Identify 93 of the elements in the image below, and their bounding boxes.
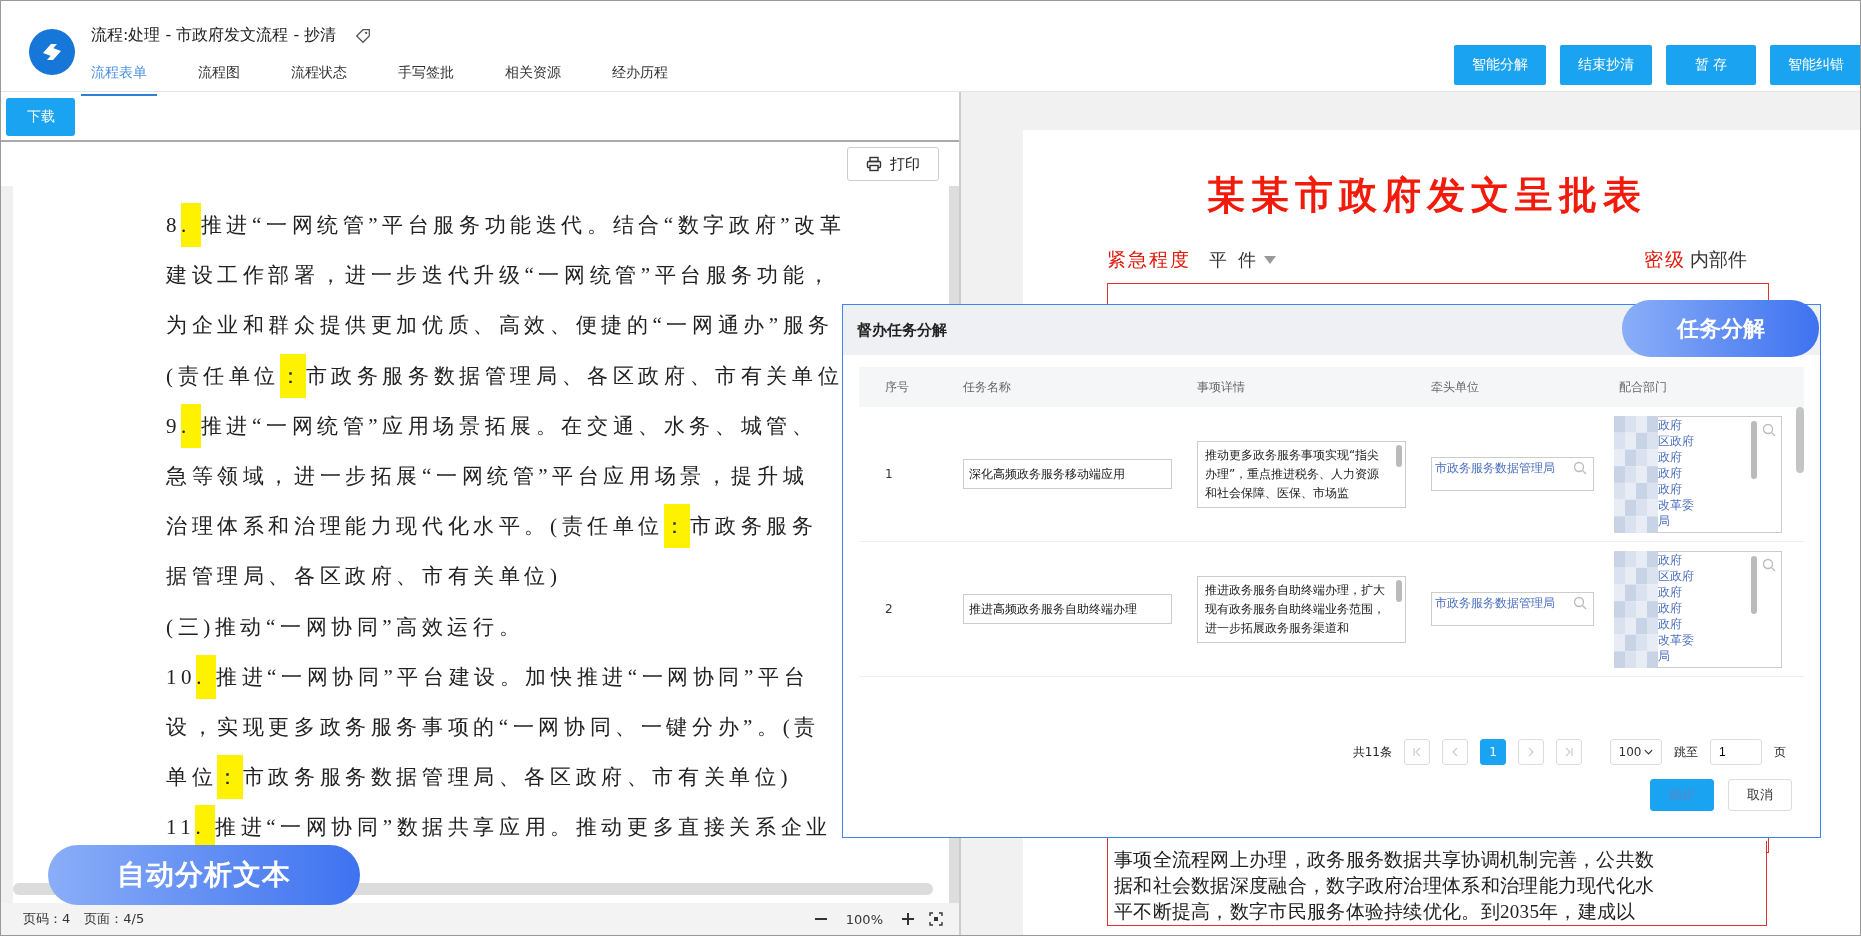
page-unit: 页 <box>1774 743 1786 761</box>
department-item[interactable]: 局 <box>1658 647 1694 664</box>
dialog-title: 督办任务分解 <box>857 320 947 340</box>
jump-label: 跳至 <box>1674 743 1698 761</box>
document-line: 10. 推进“一网协同”平台建设。加快推进“一网协同”平台 <box>166 651 810 703</box>
fit-screen-icon[interactable] <box>929 912 943 926</box>
action-button[interactable]: 智能纠错 <box>1770 45 1860 85</box>
search-icon[interactable] <box>1573 461 1587 475</box>
first-page-button[interactable] <box>1404 739 1430 765</box>
column-header: 配合部门 <box>1619 378 1668 396</box>
form-text-line: 平不断提高，数字市民服务体验持续优化。到2035年，建成以 <box>1114 900 1637 924</box>
form-text-line: 据和社会数据深度融合，数字政府治理体系和治理能力现代化水 <box>1114 874 1656 898</box>
column-header: 任务名称 <box>963 378 1012 396</box>
action-button[interactable]: 智能分解 <box>1454 45 1546 85</box>
search-icon[interactable] <box>1573 596 1587 610</box>
column-header: 序号 <box>884 378 910 396</box>
department-item[interactable]: 政府 <box>1658 448 1694 465</box>
chevron-down-icon <box>1644 749 1654 755</box>
auto-analyze-button[interactable]: 自动分析文本 <box>48 845 360 905</box>
tab[interactable]: 手写签批 <box>388 56 464 96</box>
department-item[interactable]: 政府 <box>1658 416 1694 433</box>
last-page-button[interactable] <box>1556 739 1582 765</box>
tab[interactable]: 流程图 <box>188 56 250 96</box>
document-line: 单位：市政务服务数据管理局、各区政府、市有关单位) <box>166 752 792 803</box>
details-field[interactable]: 推进政务服务自助终端办理，扩大现有政务服务自助终端业务范围，进一步拓展政务服务渠道和 <box>1197 575 1406 643</box>
department-item[interactable]: 政府 <box>1658 583 1694 600</box>
urgency-label: 紧急程度 <box>1107 247 1191 272</box>
table-cell-text: 1 <box>884 467 894 481</box>
chevron-left-icon <box>1450 747 1460 757</box>
document-line: 设，实现更多政务服务事项的“一网协同、一键分办”。(责 <box>166 714 820 742</box>
tab[interactable]: 相关资源 <box>495 56 571 96</box>
tag-icon[interactable] <box>354 26 373 45</box>
scrollbar[interactable] <box>1796 407 1804 473</box>
dropdown-icon <box>1264 256 1277 264</box>
total-count: 共11条 <box>1352 743 1392 761</box>
document-line: (责任单位：市政务服务数据管理局、各区政府、市有关单位 <box>166 350 844 401</box>
download-button[interactable]: 下载 <box>6 98 75 136</box>
document-line: 建设工作部署，进一步迭代升级“一网统管”平台服务功能， <box>166 262 834 290</box>
tab[interactable]: 经办历程 <box>602 56 678 96</box>
document-line: 治理体系和治理能力现代化水平。(责任单位：市政务服务 <box>166 501 818 552</box>
department-item[interactable]: 区政府 <box>1658 432 1694 449</box>
document-line: 急等领域，进一步拓展“一网统管”平台应用场景，提升城 <box>166 463 809 490</box>
document-line: (三)推动“一网协同”高效运行。 <box>166 613 525 641</box>
task-name-field[interactable]: 深化高频政务服务移动端应用 <box>963 459 1172 489</box>
action-button[interactable]: 结束抄清 <box>1560 45 1652 85</box>
page-size-select[interactable]: 100 <box>1610 739 1662 765</box>
document-line: 据管理局、各区政府、市有关单位) <box>166 563 562 591</box>
department-item[interactable]: 政府 <box>1658 464 1694 481</box>
document-line: 为企业和群众提供更加优质、高效、便捷的“一网通办”服务 <box>166 312 834 340</box>
cancel-button[interactable]: 取消 <box>1728 779 1792 811</box>
page-number: 页码：4 <box>23 910 71 928</box>
department-item[interactable]: 局 <box>1658 512 1694 529</box>
search-icon[interactable] <box>1762 422 1776 437</box>
page-count: 页面：4/5 <box>84 910 145 928</box>
page-button[interactable]: 1 <box>1480 739 1506 765</box>
first-page-icon <box>1412 747 1422 757</box>
department-item[interactable]: 政府 <box>1658 551 1694 568</box>
lead-unit-field[interactable]: 市政务服务数据管理局 <box>1431 457 1594 491</box>
form-title: 某某市政府发文呈批表 <box>1206 171 1648 219</box>
urgency-select[interactable]: 平 件 <box>1209 248 1277 272</box>
zoom-level: 100% <box>845 911 883 927</box>
print-button[interactable]: 打印 <box>847 147 939 181</box>
zoom-in-icon[interactable] <box>901 912 915 926</box>
task-split-button[interactable]: 任务分解 <box>1622 300 1819 357</box>
table-cell-text: 2 <box>884 602 894 616</box>
app-logo-icon <box>29 29 75 75</box>
department-item[interactable]: 政府 <box>1658 615 1694 632</box>
document-line: 8. 推进“一网统管”平台服务功能迭代。结合“数字政府”改革 <box>166 200 846 251</box>
tab[interactable]: 流程表单 <box>81 56 157 96</box>
form-text-line: 事项全流程网上办理，政务服务数据共享协调机制完善，公共数 <box>1114 848 1656 872</box>
action-button[interactable]: 暂 存 <box>1666 45 1756 85</box>
jump-page-field[interactable]: 1 <box>1710 739 1762 765</box>
details-field[interactable]: 推动更多政务服务事项实现“指尖办理”，重点推进税务、人力资源和社会保障、医保、市场监 <box>1197 440 1406 508</box>
next-page-button[interactable] <box>1518 739 1544 765</box>
tab[interactable]: 流程状态 <box>281 56 357 96</box>
department-item[interactable]: 政府 <box>1658 599 1694 616</box>
department-item[interactable]: 区政府 <box>1658 567 1694 584</box>
department-item[interactable]: 改革委 <box>1658 496 1694 513</box>
lead-unit-field[interactable]: 市政务服务数据管理局 <box>1431 592 1594 626</box>
printer-icon <box>866 156 882 172</box>
task-name-field[interactable]: 推进高频政务服务自助终端办理 <box>963 594 1172 624</box>
page-title: 流程:处理 - 市政府发文流程 - 抄清 <box>91 25 337 46</box>
department-item[interactable]: 政府 <box>1658 480 1694 497</box>
column-header: 事项详情 <box>1197 378 1246 396</box>
department-item[interactable]: 改革委 <box>1658 631 1694 648</box>
chevron-right-icon <box>1526 747 1536 757</box>
document-line: 9. 推进“一网统管”应用场景拓展。在交通、水务、城管、 <box>166 400 818 451</box>
last-page-icon <box>1564 747 1574 757</box>
secrecy-value: 内部件 <box>1690 247 1747 272</box>
search-icon[interactable] <box>1762 557 1776 572</box>
previous-page-button[interactable] <box>1442 739 1468 765</box>
secrecy-label: 密级 <box>1644 247 1686 272</box>
column-header: 牵头单位 <box>1431 378 1480 396</box>
